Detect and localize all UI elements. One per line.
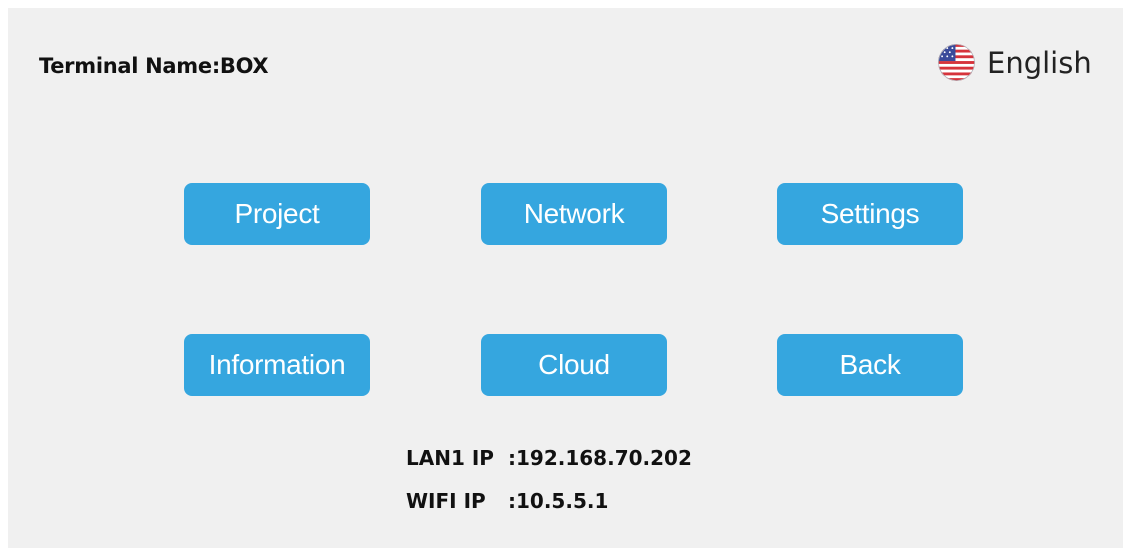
language-label: English bbox=[987, 45, 1092, 80]
wifi-ip-label: WIFI IP bbox=[406, 489, 486, 513]
information-button[interactable]: Information bbox=[184, 334, 370, 396]
terminal-name-label: Terminal Name:BOX bbox=[39, 54, 269, 78]
language-selector[interactable]: English bbox=[938, 44, 1092, 81]
cloud-button[interactable]: Cloud bbox=[481, 334, 667, 396]
main-panel: Terminal Name:BOX English Project Networ… bbox=[8, 8, 1123, 548]
wifi-ip-value: :10.5.5.1 bbox=[508, 489, 609, 513]
settings-button[interactable]: Settings bbox=[777, 183, 963, 245]
project-button[interactable]: Project bbox=[184, 183, 370, 245]
lan1-ip-value: :192.168.70.202 bbox=[508, 446, 692, 470]
lan1-ip-label: LAN1 IP bbox=[406, 446, 494, 470]
lan1-ip-row: LAN1 IP :192.168.70.202 bbox=[406, 446, 692, 470]
us-flag-icon bbox=[938, 44, 975, 81]
network-button[interactable]: Network bbox=[481, 183, 667, 245]
wifi-ip-row: WIFI IP :10.5.5.1 bbox=[406, 489, 608, 513]
back-button[interactable]: Back bbox=[777, 334, 963, 396]
